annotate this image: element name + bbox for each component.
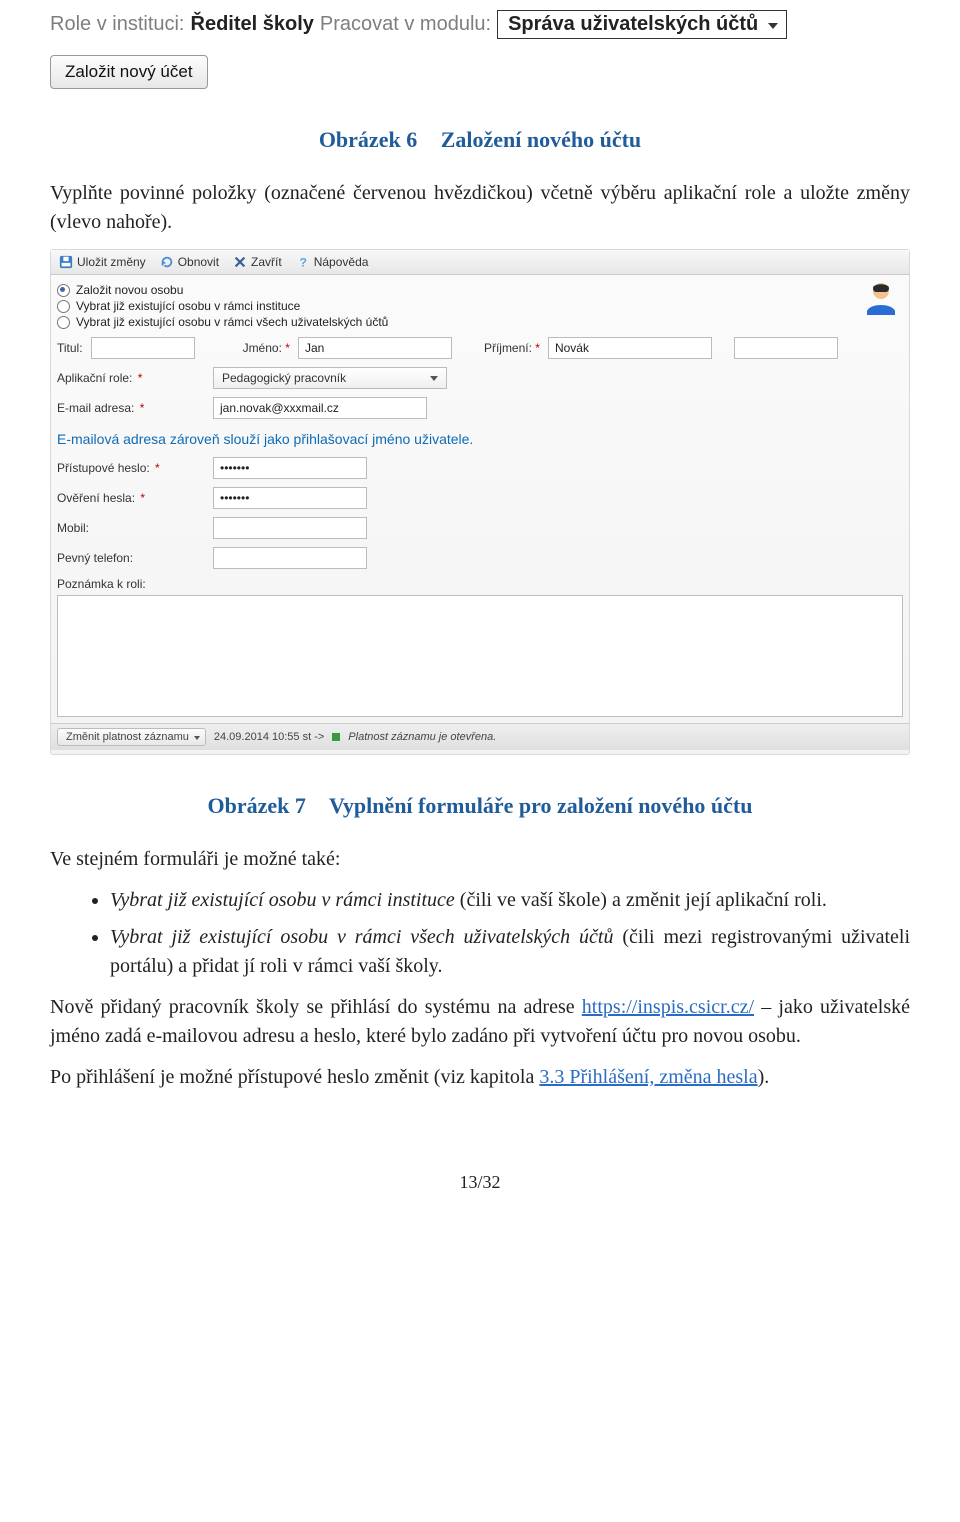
paragraph-1: Vyplňte povinné položky (označené červen… [50,179,910,237]
radio-icon [57,316,70,329]
input-jmeno[interactable]: Jan [298,337,452,359]
toolbar-refresh-button[interactable]: Obnovit [156,253,227,271]
link-chapter-3-3[interactable]: 3.3 Přihlášení, změna hesla [539,1066,757,1088]
input-prijmeni[interactable]: Novák [548,337,712,359]
bullet-1: Vybrat již existující osobu v rámci inst… [110,886,910,915]
radio-icon [57,300,70,313]
role-value: Ředitel školy [191,13,314,36]
module-value: Správa uživatelských účtů [508,13,758,36]
label-password-confirm: Ověření hesla: * [57,491,207,505]
status-validity-button[interactable]: Změnit platnost záznamu [57,728,206,746]
paragraph-4: Po přihlášení je možné přístupové heslo … [50,1063,910,1092]
radio-new-person[interactable]: Založit novou osobu [57,283,903,297]
toolbar-help-button[interactable]: ? Nápověda [292,253,377,271]
header-bar: Role v instituci: Ředitel školy Pracovat… [50,10,910,39]
input-password[interactable]: ••••••• [213,457,367,479]
refresh-icon [160,255,174,269]
radio-icon [57,284,70,297]
label-email: E-mail adresa: * [57,401,207,415]
close-icon [233,255,247,269]
paragraph-2: Ve stejném formuláři je možné také: [50,845,910,874]
help-icon: ? [296,255,310,269]
link-inspis[interactable]: https://inspis.csicr.cz/ [582,996,754,1018]
label-jmeno: Jméno: * [243,341,290,355]
status-green-icon [332,733,340,741]
input-password-confirm[interactable]: ••••••• [213,487,367,509]
textarea-note[interactable] [57,595,903,717]
form-toolbar: Uložit změny Obnovit Zavřít ? Nápověda [51,250,909,275]
row-password: Přístupové heslo: * ••••••• [51,453,909,483]
input-titul[interactable] [91,337,195,359]
row-password-confirm: Ověření hesla: * ••••••• [51,483,909,513]
select-role[interactable]: Pedagogický pracovník [213,367,447,389]
radio-existing-all[interactable]: Vybrat již existující osobu v rámci všec… [57,315,903,329]
label-password: Přístupové heslo: * [57,461,207,475]
label-note: Poznámka k roli: [57,577,207,591]
label-prijmeni: Příjmení: * [484,341,540,355]
role-label: Role v instituci: [50,13,185,36]
row-names: Titul: Jméno: * Jan Příjmení: * Novák [51,333,909,363]
status-timestamp: 24.09.2014 10:55 st -> [214,731,324,743]
row-mobile: Mobil: [51,513,909,543]
figure-caption-6: Obrázek 6 Založení nového účtu [50,127,910,153]
paragraph-3: Nově přidaný pracovník školy se přihlásí… [50,993,910,1051]
label-role: Aplikační role: * [57,371,207,385]
module-dropdown[interactable]: Správa uživatelských účtů [497,10,787,39]
input-email[interactable]: jan.novak@xxxmail.cz [213,397,427,419]
input-titul-after[interactable] [734,337,838,359]
module-label: Pracovat v modulu: [320,13,491,36]
bullet-2: Vybrat již existující osobu v rámci všec… [110,923,910,981]
row-phone: Pevný telefon: [51,543,909,573]
row-note: Poznámka k roli: [51,573,909,595]
figure-caption-7: Obrázek 7 Vyplnění formuláře pro založen… [50,793,910,819]
avatar-icon [863,279,899,315]
page-number: 13/32 [50,1172,910,1193]
row-email: E-mail adresa: * jan.novak@xxxmail.cz [51,393,909,423]
label-phone: Pevný telefon: [57,551,207,565]
radio-existing-institution[interactable]: Vybrat již existující osobu v rámci inst… [57,299,903,313]
radio-group: Založit novou osobu Vybrat již existujíc… [51,275,909,333]
input-mobile[interactable] [213,517,367,539]
form-screenshot: Uložit změny Obnovit Zavřít ? Nápověda [50,249,910,755]
toolbar-close-button[interactable]: Zavřít [229,253,290,271]
label-mobile: Mobil: [57,521,207,535]
status-message: Platnost záznamu je otevřena. [348,731,496,743]
bullet-list: Vybrat již existující osobu v rámci inst… [50,886,910,981]
svg-text:?: ? [299,255,306,269]
row-role: Aplikační role: * Pedagogický pracovník [51,363,909,393]
input-phone[interactable] [213,547,367,569]
toolbar-save-button[interactable]: Uložit změny [55,253,154,271]
label-titul: Titul: [57,341,83,355]
save-icon [59,255,73,269]
create-account-button[interactable]: Založit nový účet [50,55,208,89]
email-hint: E-mailová adresa zároveň slouží jako při… [51,423,909,453]
status-bar: Změnit platnost záznamu 24.09.2014 10:55… [51,723,909,750]
